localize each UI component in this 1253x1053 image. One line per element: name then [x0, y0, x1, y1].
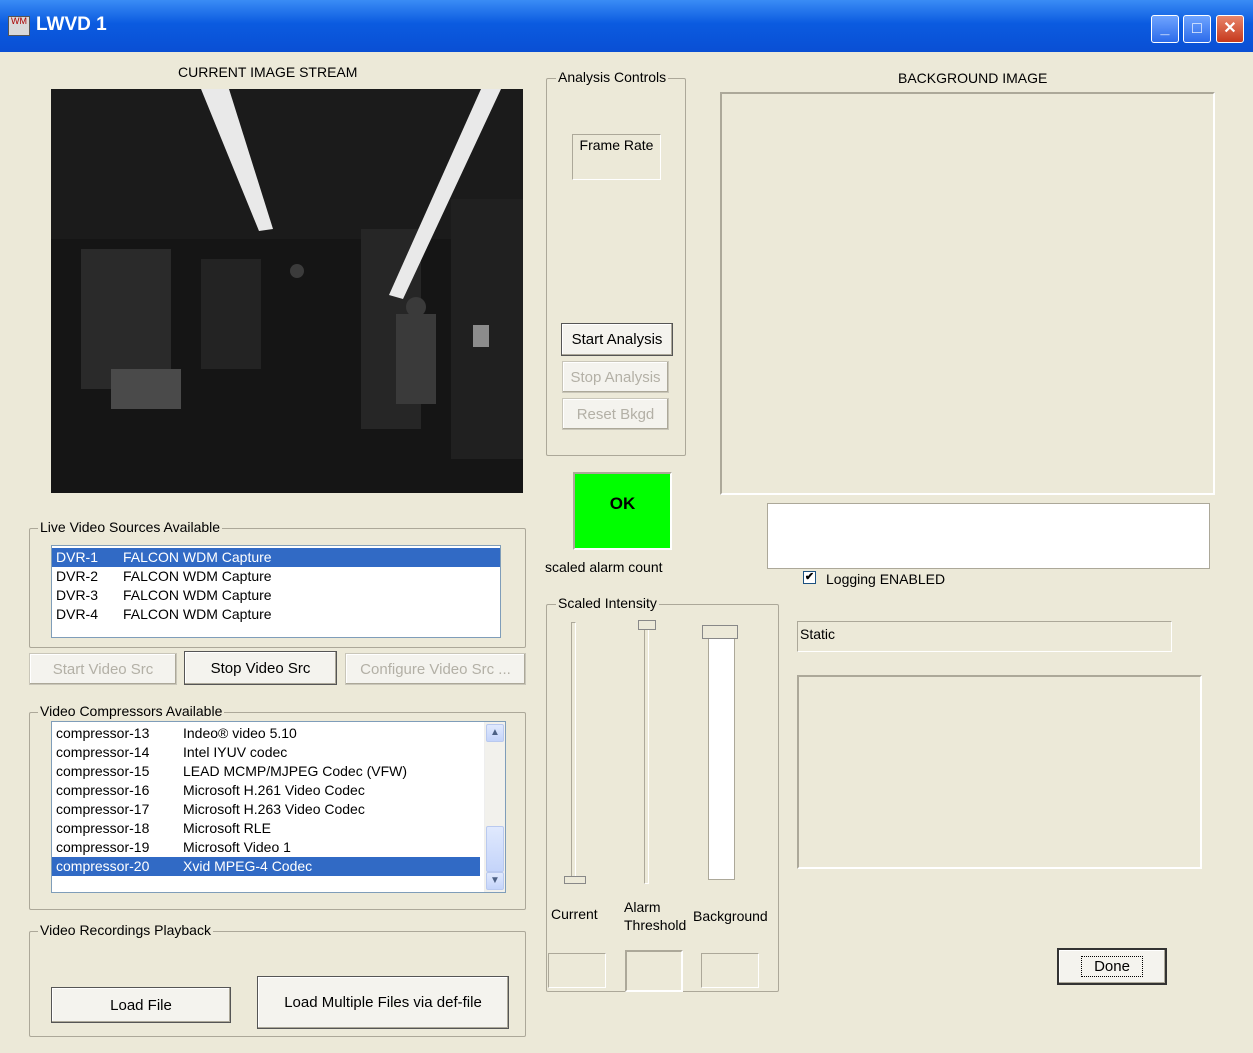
log-message-box — [767, 503, 1210, 569]
compressors-title: Video Compressors Available — [38, 703, 225, 719]
list-item[interactable]: DVR-3 FALCON WDM Capture — [52, 586, 500, 605]
scroll-up-icon[interactable]: ▲ — [486, 724, 504, 742]
list-item[interactable]: compressor-19 Microsoft Video 1 — [52, 838, 480, 857]
background-image-view — [720, 92, 1215, 495]
list-item-id: compressor-20 — [56, 858, 150, 874]
background-image-title: BACKGROUND IMAGE — [898, 70, 1048, 86]
maximize-button[interactable]: □ — [1183, 15, 1211, 43]
list-item-name: Microsoft H.263 Video Codec — [183, 801, 365, 817]
current-label: Current — [551, 906, 598, 922]
configure-video-src-button[interactable]: Configure Video Src ... — [345, 653, 526, 685]
info-panel — [797, 675, 1202, 869]
list-item-name: LEAD MCMP/MJPEG Codec (VFW) — [183, 763, 408, 779]
threshold-slider-track — [644, 622, 649, 884]
check-icon: ✔ — [804, 571, 815, 583]
alarm-status-text: OK — [609, 494, 636, 513]
background-level-thumb[interactable] — [702, 625, 738, 639]
done-label: Done — [1081, 956, 1143, 977]
start-video-src-button[interactable]: Start Video Src — [29, 653, 177, 685]
list-item-name: Indeo® video 5.10 — [183, 725, 297, 741]
static-text: Static — [800, 626, 836, 642]
frame-rate-label: Frame Rate — [579, 137, 654, 153]
list-item[interactable]: DVR-2 FALCON WDM Capture — [52, 567, 500, 586]
threshold-value-box[interactable] — [625, 950, 683, 992]
live-sources-list[interactable]: DVR-1 FALCON WDM Capture DVR-2 FALCON WDM C… — [51, 545, 501, 638]
frame-rate-display: Frame Rate — [572, 134, 661, 180]
list-item-id: compressor-16 — [56, 782, 150, 798]
current-slider-thumb[interactable] — [564, 876, 586, 884]
list-item-id: compressor-14 — [56, 744, 150, 760]
alarm-count-caption: scaled alarm count — [545, 559, 663, 575]
maximize-icon: □ — [1192, 20, 1202, 37]
logging-label: Logging ENABLED — [826, 571, 946, 587]
scaled-intensity-title: Scaled Intensity — [556, 595, 659, 611]
current-image-title: CURRENT IMAGE STREAM — [178, 64, 358, 80]
list-item-id: DVR-4 — [56, 606, 99, 622]
analysis-controls-title: Analysis Controls — [556, 69, 669, 85]
list-item-name: FALCON WDM Capture — [123, 549, 272, 565]
list-item-name: Microsoft Video 1 — [183, 839, 291, 855]
playback-title: Video Recordings Playback — [38, 922, 213, 938]
background-label: Background — [693, 908, 768, 924]
current-slider-track — [571, 622, 576, 884]
minimize-button[interactable]: _ — [1151, 15, 1179, 43]
compressors-scrollbar[interactable]: ▲ ▼ — [484, 722, 505, 892]
list-item-name: FALCON WDM Capture — [123, 587, 272, 603]
minimize-icon: _ — [1160, 20, 1170, 37]
list-item[interactable]: compressor-13 Indeo® video 5.10 — [52, 724, 480, 743]
list-item-name: FALCON WDM Capture — [123, 568, 272, 584]
list-item-name: FALCON WDM Capture — [123, 606, 272, 622]
list-item[interactable]: compressor-16 Microsoft H.261 Video Codec — [52, 781, 480, 800]
list-item-id: compressor-13 — [56, 725, 150, 741]
list-item-id: compressor-18 — [56, 820, 150, 836]
alarm-threshold-label: Alarm Threshold — [624, 899, 687, 933]
current-value-box — [548, 953, 606, 988]
list-item[interactable]: compressor-15 LEAD MCMP/MJPEG Codec (VFW) — [52, 762, 480, 781]
list-item-id: compressor-19 — [56, 839, 150, 855]
static-text-box: Static — [797, 621, 1172, 652]
background-value-box — [701, 953, 759, 988]
stop-analysis-button[interactable]: Stop Analysis — [562, 361, 669, 393]
list-item[interactable]: DVR-1 FALCON WDM Capture — [52, 548, 500, 567]
scroll-thumb[interactable] — [486, 826, 504, 872]
reset-background-button[interactable]: Reset Bkgd — [562, 398, 669, 430]
list-item[interactable]: compressor-20 Xvid MPEG-4 Codec — [52, 857, 480, 876]
list-item-name: Xvid MPEG-4 Codec — [183, 858, 313, 874]
list-item-id: DVR-2 — [56, 568, 99, 584]
app-icon: WM — [8, 16, 30, 36]
list-item-id: compressor-17 — [56, 801, 150, 817]
list-item[interactable]: compressor-18 Microsoft RLE — [52, 819, 480, 838]
stop-video-src-button[interactable]: Stop Video Src — [184, 651, 337, 685]
compressors-list[interactable]: compressor-13 Indeo® video 5.10 compressor… — [51, 721, 506, 893]
close-button[interactable]: ✕ — [1216, 15, 1244, 43]
list-item[interactable]: compressor-14 Intel IYUV codec — [52, 743, 480, 762]
scroll-down-icon[interactable]: ▼ — [486, 872, 504, 890]
list-item-name: Microsoft RLE — [183, 820, 271, 836]
start-analysis-button[interactable]: Start Analysis — [561, 323, 673, 356]
done-button[interactable]: Done — [1057, 948, 1167, 985]
load-file-button[interactable]: Load File — [51, 987, 231, 1023]
current-image-view — [51, 89, 523, 493]
window-title: LWVD 1 — [36, 14, 107, 35]
close-icon: ✕ — [1223, 20, 1237, 37]
logging-checkbox[interactable]: ✔ — [803, 571, 816, 584]
list-item-name: Microsoft H.261 Video Codec — [183, 782, 365, 798]
list-item[interactable]: compressor-17 Microsoft H.263 Video Codec — [52, 800, 480, 819]
load-multiple-files-button[interactable]: Load Multiple Files via def-file — [257, 976, 509, 1029]
title-bar[interactable] — [0, 0, 1253, 52]
live-sources-title: Live Video Sources Available — [38, 519, 223, 535]
list-item-id: DVR-3 — [56, 587, 99, 603]
threshold-slider-thumb[interactable] — [638, 620, 656, 630]
list-item[interactable]: DVR-4 FALCON WDM Capture — [52, 605, 500, 624]
list-item-name: Intel IYUV codec — [183, 744, 288, 760]
camera-frame-image — [51, 89, 523, 493]
background-level-bar — [708, 626, 735, 880]
list-item-id: compressor-15 — [56, 763, 150, 779]
alarm-status-indicator: OK — [573, 472, 672, 550]
list-item-id: DVR-1 — [56, 549, 99, 565]
